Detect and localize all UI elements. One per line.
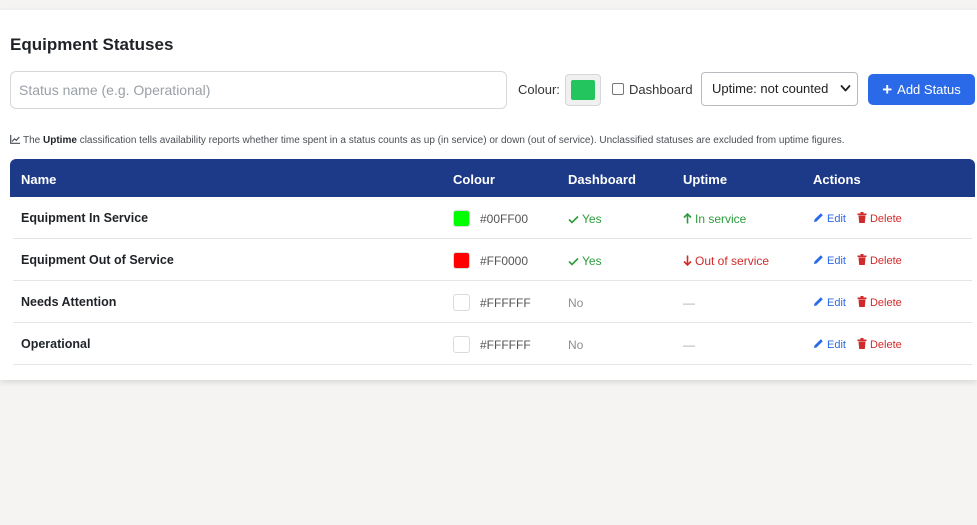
row-uptime-text: In service [695,212,747,226]
row-actions: Edit Delete [813,254,902,268]
row-uptime: — [683,296,695,310]
pencil-icon [813,254,824,268]
chart-line-icon [10,135,20,144]
edit-button[interactable]: Edit [813,339,846,351]
delete-button[interactable]: Delete [857,212,902,226]
edit-button[interactable]: Edit [813,297,846,309]
row-dashboard-text: Yes [582,254,602,268]
table-row: Equipment Out of Service #FF0000 Yes Out… [13,239,972,281]
row-colour-hex: #FF0000 [480,254,529,268]
delete-label: Delete [869,339,902,351]
hint-bold: Uptime [43,135,77,146]
hint-text: classification tells availability report… [79,135,845,146]
header-colour: Colour [453,172,495,187]
uptime-select[interactable]: Uptime: not counted [701,72,858,106]
add-status-button[interactable]: + Add Status [868,74,975,105]
row-colour-hex: #FFFFFF [480,338,531,352]
statuses-card: Equipment Statuses Colour: Dashboard Upt… [0,10,977,380]
trash-icon [857,296,867,310]
delete-button[interactable]: Delete [857,296,902,310]
header-dashboard: Dashboard [568,172,636,187]
pencil-icon [813,338,824,352]
row-uptime: — [683,338,695,352]
add-status-form: Colour: Dashboard Uptime: not counted + A… [10,71,975,109]
row-dashboard-text: Yes [582,212,602,226]
arrow-up-icon [683,212,692,227]
table-row: Operational #FFFFFF No — Edit Delete [13,323,972,365]
header-name: Name [21,172,57,187]
uptime-select-value: Uptime: not counted [712,81,829,96]
edit-label: Edit [827,213,846,225]
row-dashboard: No [568,338,584,352]
row-name: Equipment In Service [21,211,149,225]
trash-icon [857,254,867,268]
row-actions: Edit Delete [813,338,902,352]
check-icon [568,213,579,227]
colour-label: Colour: [518,82,560,97]
row-name: Operational [21,337,91,351]
row-name: Needs Attention [21,295,117,309]
row-dashboard: Yes [568,254,602,269]
row-actions: Edit Delete [813,296,902,310]
check-icon [568,255,579,269]
row-dashboard: Yes [568,212,602,227]
statuses-table: Name Colour Dashboard Uptime Actions Equ… [10,159,975,365]
table-header: Name Colour Dashboard Uptime Actions [10,159,975,197]
colour-swatch [571,80,595,100]
row-name: Equipment Out of Service [21,253,174,267]
uptime-hint: The Uptime classification tells availabi… [10,135,844,146]
header-uptime: Uptime [683,172,728,187]
colour-swatch [453,294,470,311]
row-uptime: In service [683,212,746,227]
dashboard-checkbox[interactable] [612,83,624,95]
trash-icon [857,338,867,352]
delete-button[interactable]: Delete [857,254,902,268]
chevron-down-icon [840,73,851,118]
row-colour-hex: #FFFFFF [480,296,531,310]
table-row: Equipment In Service #00FF00 Yes In serv… [13,197,972,239]
table-row: Needs Attention #FFFFFF No — Edit Delete [13,281,972,323]
row-dashboard: No [568,296,584,310]
delete-label: Delete [869,297,902,309]
edit-button[interactable]: Edit [813,213,846,225]
plus-icon: + [882,80,893,99]
hint-prefix: The [23,135,41,146]
edit-label: Edit [827,255,846,267]
colour-picker[interactable] [565,74,601,106]
add-status-label: Add Status [897,82,961,97]
row-uptime: Out of service [683,254,769,269]
delete-label: Delete [869,213,902,225]
row-uptime-text: Out of service [695,254,770,268]
pencil-icon [813,212,824,226]
header-actions: Actions [813,172,861,187]
colour-swatch [453,210,470,227]
colour-swatch [453,252,470,269]
row-colour-hex: #00FF00 [480,212,529,226]
colour-swatch [453,336,470,353]
row-actions: Edit Delete [813,212,902,226]
trash-icon [857,212,867,226]
page-title: Equipment Statuses [10,35,174,54]
delete-button[interactable]: Delete [857,338,902,352]
status-name-input[interactable] [10,71,507,109]
edit-button[interactable]: Edit [813,255,846,267]
dashboard-label: Dashboard [629,82,693,97]
edit-label: Edit [827,339,846,351]
pencil-icon [813,296,824,310]
delete-label: Delete [869,255,902,267]
arrow-down-icon [683,255,692,269]
edit-label: Edit [827,297,846,309]
